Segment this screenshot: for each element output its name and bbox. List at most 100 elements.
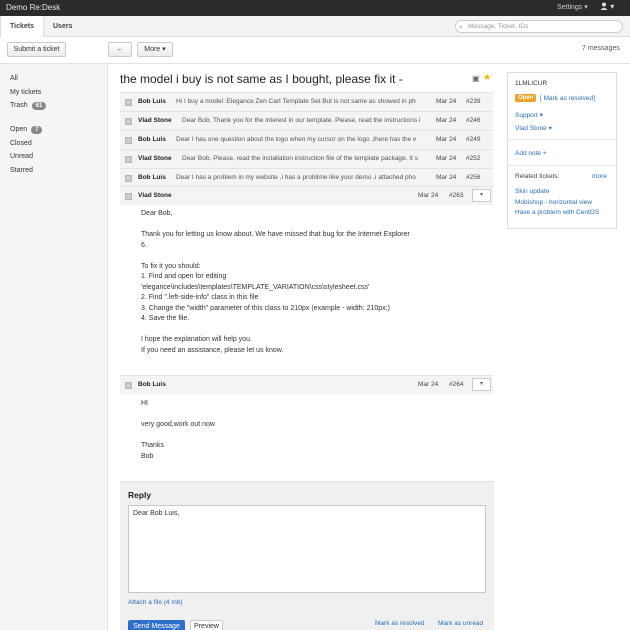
body-line bbox=[141, 251, 410, 262]
sidebar-item-all[interactable]: All bbox=[10, 75, 18, 82]
mark-resolved-link[interactable]: Mark as resolved bbox=[375, 620, 425, 627]
message-actions-dropdown[interactable]: ▾ bbox=[472, 378, 491, 391]
more-button[interactable]: More ▾ bbox=[137, 42, 173, 57]
avatar bbox=[125, 99, 132, 106]
sender-name: Vlad Stone bbox=[138, 192, 172, 199]
chevron-down-icon: ▾ bbox=[479, 381, 483, 387]
body-line: Thanks bbox=[141, 442, 164, 449]
message-header[interactable]: Vlad Stone Mar 24 #263 ▾ bbox=[120, 186, 493, 205]
message-date: Mar 24 bbox=[436, 117, 457, 124]
related-ticket-link[interactable]: Mobishop - horizontal view bbox=[515, 199, 592, 206]
body-line: 1. Find and open for editing bbox=[141, 273, 227, 280]
settings-menu[interactable]: Settings ▾ bbox=[557, 3, 588, 11]
reply-section: Reply Dear Bob Luis, Attach a file (4 mb… bbox=[120, 481, 494, 630]
back-button[interactable]: ← bbox=[108, 42, 132, 57]
preview-button[interactable]: Preview bbox=[190, 620, 223, 630]
message-date: Mar 24 bbox=[436, 98, 457, 105]
divider bbox=[508, 165, 616, 166]
top-bar: Demo Re:Desk Settings ▾ ▾ bbox=[0, 0, 630, 16]
sender-name: Bob Luis bbox=[138, 136, 166, 143]
assignee-dropdown[interactable]: Vlad Stone ▾ bbox=[515, 124, 552, 132]
message-header[interactable]: Bob Luis Mar 24 #264 ▾ bbox=[120, 375, 493, 394]
body-line: I hope the explanation will help you. bbox=[141, 336, 252, 343]
body-line: HI bbox=[141, 400, 148, 407]
search-placeholder: Message, Ticket, IDs bbox=[468, 23, 529, 30]
sender-name: Bob Luis bbox=[138, 381, 166, 388]
sender-name: Bob Luis bbox=[138, 98, 166, 105]
sidebar: All My tickets Trash 61 Open 7 Closed Unre… bbox=[0, 64, 108, 630]
sidebar-item-label: Open bbox=[10, 126, 28, 133]
message-row[interactable]: Bob Luis Dear I has a problem in my webs… bbox=[120, 168, 493, 187]
message-date: Mar 24 bbox=[436, 136, 457, 143]
reply-textarea[interactable]: Dear Bob Luis, bbox=[128, 505, 486, 593]
search-icon: ⌕ bbox=[459, 24, 463, 31]
more-related-link[interactable]: more bbox=[592, 173, 607, 180]
message-preview: Hi I buy a model :Elegance Zen Cart Temp… bbox=[176, 98, 416, 105]
status-badge: Open bbox=[515, 94, 537, 102]
search-input[interactable]: ⌕ Message, Ticket, IDs bbox=[455, 20, 623, 33]
message-date: Mar 24 bbox=[418, 381, 439, 388]
department-dropdown[interactable]: Support ▾ bbox=[515, 111, 543, 119]
sender-name: Bob Luis bbox=[138, 174, 166, 181]
sender-name: Vlad Stone bbox=[138, 155, 172, 162]
message-preview: Dear I has a problem in my website ,i ha… bbox=[176, 174, 416, 181]
toolbar bbox=[0, 37, 630, 64]
mark-resolved-link[interactable]: [ Mark as resolved] bbox=[540, 95, 595, 102]
related-ticket-link[interactable]: Have a problem with CentOS bbox=[515, 209, 599, 216]
sidebar-item-trash[interactable]: Trash 61 bbox=[10, 102, 47, 110]
trash-count-badge: 61 bbox=[31, 102, 47, 110]
avatar bbox=[125, 118, 132, 125]
body-line: To fix it you should: bbox=[141, 262, 201, 270]
message-row[interactable]: Bob Luis Dear I has one question about t… bbox=[120, 130, 493, 149]
message-preview: Dear Bob, Thank you for the interest in … bbox=[182, 117, 421, 124]
mark-unread-link[interactable]: Mark as unread bbox=[438, 620, 483, 627]
sender-name: Vlad Stone bbox=[138, 117, 172, 124]
sidebar-item-unread[interactable]: Unread bbox=[10, 153, 33, 160]
body-line bbox=[141, 410, 215, 421]
ticket-title: the model i buy is not same as I bought,… bbox=[120, 72, 403, 86]
user-menu[interactable]: ▾ bbox=[600, 2, 614, 11]
body-line bbox=[141, 220, 410, 231]
avatar bbox=[125, 193, 132, 200]
open-count-badge: 7 bbox=[31, 126, 43, 134]
body-line: Thank you for letting us know about. We … bbox=[141, 231, 410, 238]
chevron-down-icon: ▾ bbox=[479, 192, 483, 198]
sidebar-item-starred[interactable]: Starred bbox=[10, 167, 33, 174]
body-line: Dear Bob, bbox=[141, 210, 173, 217]
sidebar-item-label: Trash bbox=[10, 102, 28, 109]
message-number: #239 bbox=[466, 98, 481, 105]
avatar bbox=[125, 156, 132, 163]
submit-ticket-button[interactable]: Submit a ticket bbox=[7, 42, 66, 57]
body-line: 2. Find ".left-side-info" class in this … bbox=[141, 294, 259, 301]
avatar bbox=[125, 382, 132, 389]
message-number: #246 bbox=[466, 117, 481, 124]
add-note-link[interactable]: Add note + bbox=[515, 150, 547, 157]
message-body: Dear Bob, Thank you for letting us know … bbox=[141, 209, 410, 356]
chevron-down-icon: ▾ bbox=[584, 4, 588, 11]
print-icon[interactable]: ▣ bbox=[472, 74, 480, 83]
send-message-button[interactable]: Send Message bbox=[128, 620, 185, 630]
related-ticket-link[interactable]: Skin update bbox=[515, 188, 549, 195]
message-row[interactable]: Bob Luis Hi I buy a model :Elegance Zen … bbox=[120, 92, 493, 111]
body-line: very good,work out now bbox=[141, 421, 215, 428]
tab-users[interactable]: Users bbox=[44, 16, 81, 37]
star-icon[interactable]: ★ bbox=[483, 72, 491, 83]
message-number: #264 bbox=[449, 381, 464, 388]
tab-tickets[interactable]: Tickets bbox=[0, 16, 44, 37]
message-number: #256 bbox=[466, 174, 481, 181]
attach-file-link[interactable]: Attach a file (4 mb) bbox=[128, 599, 183, 606]
app-brand[interactable]: Demo Re:Desk bbox=[6, 3, 60, 12]
sidebar-item-my-tickets[interactable]: My tickets bbox=[10, 89, 41, 96]
body-line bbox=[141, 325, 410, 336]
message-row[interactable]: Vlad Stone Dear Bob, Thank you for the i… bbox=[120, 111, 493, 130]
sidebar-item-closed[interactable]: Closed bbox=[10, 140, 32, 147]
settings-label: Settings bbox=[557, 4, 583, 11]
body-line: 'elegance\includes\templates\TEMPLATE_VA… bbox=[141, 283, 370, 291]
sidebar-item-open[interactable]: Open 7 bbox=[10, 126, 43, 134]
message-date: Mar 24 bbox=[418, 192, 439, 199]
user-icon bbox=[600, 2, 608, 10]
message-preview: Dear Bob, Please, read the installation … bbox=[182, 155, 418, 162]
message-actions-dropdown[interactable]: ▾ bbox=[472, 189, 491, 202]
message-body: HI very good,work out now Thanks Bob bbox=[141, 399, 215, 462]
message-row[interactable]: Vlad Stone Dear Bob, Please, read the in… bbox=[120, 149, 493, 168]
